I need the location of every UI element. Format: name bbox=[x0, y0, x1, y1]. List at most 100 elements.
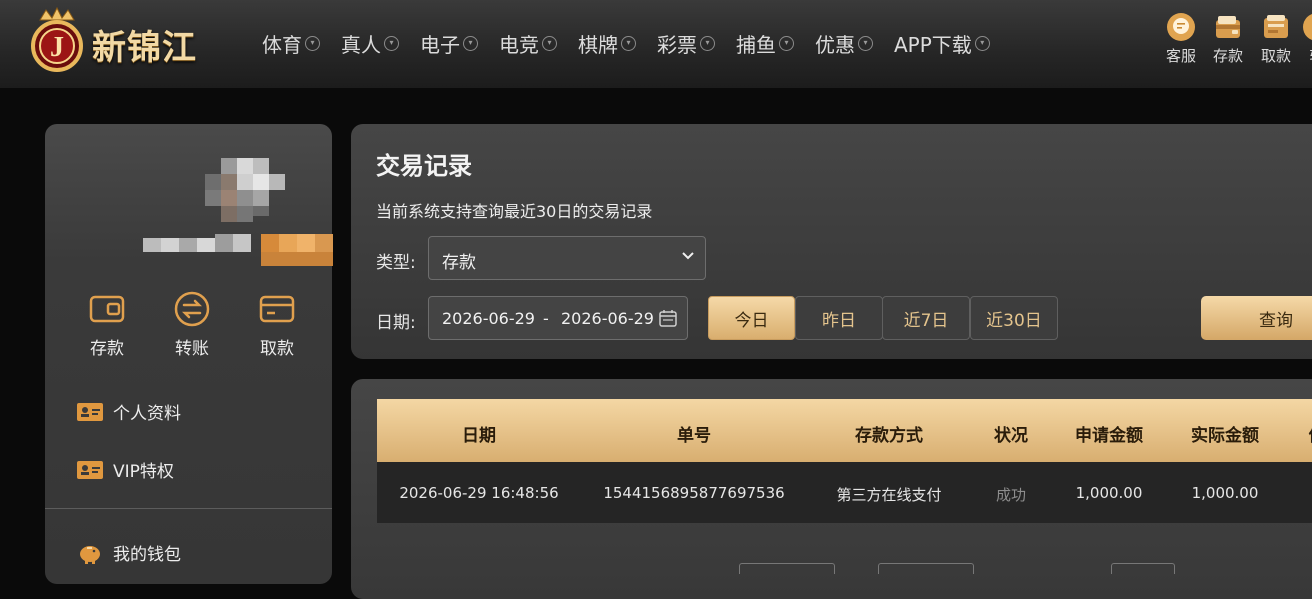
nav-label: 体育 bbox=[262, 29, 302, 58]
nav-label: 电子 bbox=[420, 29, 460, 58]
sidebar-action-label: 存款 bbox=[90, 334, 124, 359]
quick-withdraw[interactable]: 取款 bbox=[1261, 12, 1291, 66]
sidebar-item-vip[interactable]: VIP特权 bbox=[77, 457, 174, 482]
transfer-icon bbox=[1302, 12, 1312, 42]
cell-method: 第三方在线支付 bbox=[836, 484, 941, 505]
page-title: 交易记录 bbox=[376, 146, 472, 181]
col-header-bonus: 优 bbox=[1309, 421, 1312, 446]
date-start: 2026-06-29 bbox=[442, 309, 535, 328]
transaction-results-panel: 日期 单号 存款方式 状况 申请金额 实际金额 优 2026-06-29 16:… bbox=[351, 379, 1312, 599]
avatar bbox=[141, 158, 337, 270]
transaction-filter-panel: 交易记录 当前系统支持查询最近30日的交易记录 类型: 存款 日期: 2026-… bbox=[351, 124, 1312, 359]
col-header-actual-amount: 实际金额 bbox=[1191, 421, 1259, 446]
account-sidebar: 存款 转账 取款 个人资料 bbox=[45, 124, 332, 584]
transfer-circle-icon bbox=[173, 290, 211, 328]
main-nav: 体育▾ 真人▾ 电子▾ 电竞▾ 棋牌▾ 彩票▾ 捕鱼▾ 优惠▾ APP下载▾ bbox=[262, 28, 1011, 58]
chevron-down-icon: ▾ bbox=[858, 36, 873, 51]
sidebar-withdraw-button[interactable]: 取款 bbox=[237, 290, 317, 359]
piggy-bank-icon bbox=[77, 542, 103, 564]
nav-label: 优惠 bbox=[815, 29, 855, 58]
nav-label: 捕鱼 bbox=[736, 29, 776, 58]
chevron-down-icon: ▾ bbox=[305, 36, 320, 51]
nav-item-live[interactable]: 真人▾ bbox=[341, 28, 399, 58]
sidebar-item-profile[interactable]: 个人资料 bbox=[77, 399, 181, 424]
pagination-button[interactable] bbox=[739, 563, 835, 574]
calendar-icon bbox=[658, 308, 678, 328]
chevron-down-icon bbox=[681, 248, 695, 262]
date-label: 日期: bbox=[376, 308, 416, 333]
type-select[interactable]: 存款 bbox=[428, 236, 706, 280]
cell-date: 2026-06-29 16:48:56 bbox=[399, 484, 558, 502]
sidebar-item-label: VIP特权 bbox=[113, 457, 174, 482]
nav-item-app-download[interactable]: APP下载▾ bbox=[894, 28, 990, 58]
range-yesterday-button[interactable]: 昨日 bbox=[795, 296, 883, 340]
pagination-button[interactable] bbox=[1111, 563, 1175, 574]
nav-item-esports[interactable]: 电竞▾ bbox=[499, 28, 557, 58]
sidebar-item-label: 个人资料 bbox=[113, 399, 181, 424]
transaction-table: 日期 单号 存款方式 状况 申请金额 实际金额 优 2026-06-29 16:… bbox=[377, 399, 1312, 523]
nav-item-sports[interactable]: 体育▾ bbox=[262, 28, 320, 58]
quick-transfer[interactable]: 转 bbox=[1302, 12, 1312, 66]
col-header-method: 存款方式 bbox=[855, 421, 923, 446]
logo-wordmark: 新锦江 bbox=[92, 20, 197, 69]
col-header-status: 状况 bbox=[994, 421, 1028, 446]
date-range-picker[interactable]: 2026-06-29 - 2026-06-29 bbox=[428, 296, 688, 340]
range-7days-button[interactable]: 近7日 bbox=[882, 296, 970, 340]
chevron-down-icon: ▾ bbox=[975, 36, 990, 51]
col-header-order-no: 单号 bbox=[677, 421, 711, 446]
wallet-icon bbox=[88, 290, 126, 328]
nav-label: 真人 bbox=[341, 29, 381, 58]
chevron-down-icon: ▾ bbox=[779, 36, 794, 51]
sidebar-deposit-button[interactable]: 存款 bbox=[67, 290, 147, 359]
nav-label: 电竞 bbox=[499, 29, 539, 58]
sidebar-transfer-button[interactable]: 转账 bbox=[152, 290, 232, 359]
chevron-down-icon: ▾ bbox=[384, 36, 399, 51]
deposit-wallet-icon bbox=[1213, 12, 1243, 42]
id-card-icon bbox=[77, 401, 103, 423]
date-end: 2026-06-29 bbox=[561, 309, 654, 328]
vip-card-icon bbox=[77, 459, 103, 481]
nav-item-promotions[interactable]: 优惠▾ bbox=[815, 28, 873, 58]
range-30days-button[interactable]: 近30日 bbox=[970, 296, 1058, 340]
sidebar-item-label: 我的钱包 bbox=[113, 540, 181, 565]
date-separator: - bbox=[543, 309, 549, 328]
sidebar-divider bbox=[45, 508, 332, 509]
search-button[interactable]: 查询 bbox=[1201, 296, 1312, 340]
quick-label: 存款 bbox=[1213, 45, 1243, 66]
pagination-button[interactable] bbox=[878, 563, 974, 574]
card-icon bbox=[258, 290, 296, 328]
sidebar-quick-actions: 存款 转账 取款 bbox=[67, 290, 317, 359]
nav-item-lottery[interactable]: 彩票▾ bbox=[657, 28, 715, 58]
cell-order-no: 1544156895877697536 bbox=[603, 484, 784, 502]
type-select-value: 存款 bbox=[442, 248, 476, 273]
cell-status: 成功 bbox=[996, 484, 1026, 505]
nav-item-fishing[interactable]: 捕鱼▾ bbox=[736, 28, 794, 58]
table-header: 日期 单号 存款方式 状况 申请金额 实际金额 优 bbox=[377, 399, 1312, 462]
nav-item-cards[interactable]: 棋牌▾ bbox=[578, 28, 636, 58]
quick-label: 客服 bbox=[1166, 45, 1196, 66]
customer-service-icon bbox=[1166, 12, 1196, 42]
col-header-request-amount: 申请金额 bbox=[1075, 421, 1143, 446]
cell-actual-amount: 1,000.00 bbox=[1192, 484, 1259, 502]
top-nav-bar: J 新锦江 体育▾ 真人▾ 电子▾ 电竞▾ 棋牌▾ 彩票▾ 捕鱼▾ 优惠▾ AP… bbox=[0, 0, 1312, 88]
col-header-date: 日期 bbox=[462, 421, 496, 446]
table-row: 2026-06-29 16:48:56 1544156895877697536 … bbox=[377, 462, 1312, 523]
chevron-down-icon: ▾ bbox=[700, 36, 715, 51]
withdraw-atm-icon bbox=[1261, 12, 1291, 42]
nav-item-slots[interactable]: 电子▾ bbox=[420, 28, 478, 58]
nav-label: 棋牌 bbox=[578, 29, 618, 58]
quick-customer-service[interactable]: 客服 bbox=[1166, 12, 1196, 66]
quick-deposit[interactable]: 存款 bbox=[1213, 12, 1243, 66]
nav-label: APP下载 bbox=[894, 29, 972, 58]
site-logo[interactable]: J 新锦江 bbox=[26, 6, 226, 72]
sidebar-item-wallet[interactable]: 我的钱包 bbox=[77, 540, 181, 565]
nav-label: 彩票 bbox=[657, 29, 697, 58]
sidebar-action-label: 转账 bbox=[175, 334, 209, 359]
chevron-down-icon: ▾ bbox=[542, 36, 557, 51]
cell-request-amount: 1,000.00 bbox=[1076, 484, 1143, 502]
svg-text:J: J bbox=[50, 32, 64, 63]
crown-shield-logo-icon: J bbox=[26, 6, 88, 72]
range-today-button[interactable]: 今日 bbox=[708, 296, 795, 340]
chevron-down-icon: ▾ bbox=[621, 36, 636, 51]
quick-label: 取款 bbox=[1261, 45, 1291, 66]
